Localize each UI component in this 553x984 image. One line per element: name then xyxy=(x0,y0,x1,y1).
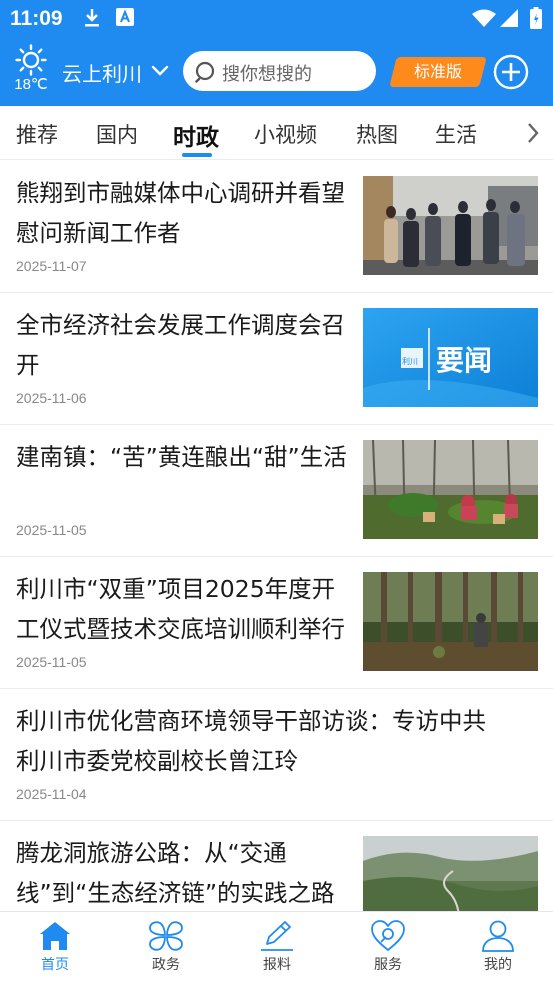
tab-politics[interactable]: 时政 xyxy=(173,118,219,152)
active-tab-indicator xyxy=(182,153,212,157)
news-title: 建南镇：“苦”黄连酿出“甜”生活 xyxy=(16,443,347,471)
news-title: 利川市“双重”项目2025年度开工仪式暨技术交底培训顺利举行 xyxy=(16,575,345,643)
signal-icon xyxy=(500,9,518,27)
news-title: 腾龙洞旅游公路：从“交通线”到“生态经济链”的实践之路 xyxy=(16,839,335,907)
edition-label: 标准版 xyxy=(413,62,462,81)
news-title: 熊翔到市融媒体中心调研并看望慰问新闻工作者 xyxy=(16,179,345,247)
bottom-navigation: 首页 政务 报料 服务 我的 xyxy=(0,911,553,984)
tab-life[interactable]: 生活 xyxy=(435,119,477,149)
status-bar: 11:09 xyxy=(0,0,553,38)
news-item[interactable]: 熊翔到市融媒体中心调研并看望慰问新闻工作者 2025-11-07 xyxy=(0,161,553,293)
news-item[interactable]: 利川市优化营商环境领导干部访谈：专访中共利川市委党校副校长曾江玲 2025-11… xyxy=(0,689,553,821)
news-title: 全市经济社会发展工作调度会召开 xyxy=(16,311,345,379)
meeting-photo-thumbnail xyxy=(363,176,538,275)
pen-icon xyxy=(261,921,293,951)
news-date: 2025-11-05 xyxy=(16,522,87,538)
wifi-icon xyxy=(472,9,496,27)
news-item[interactable]: 利川市“双重”项目2025年度开工仪式暨技术交底培训顺利举行 2025-11-0… xyxy=(0,557,553,689)
battery-icon xyxy=(530,7,542,29)
sun-icon xyxy=(15,44,47,76)
weather-widget[interactable]: 18℃ xyxy=(10,44,52,93)
chevron-down-icon[interactable] xyxy=(151,65,169,77)
city-selector[interactable]: 云上利川 xyxy=(62,58,142,87)
nav-label: 报料 xyxy=(263,957,291,973)
news-item[interactable]: 建南镇：“苦”黄连酿出“甜”生活 2025-11-05 xyxy=(0,425,553,557)
nav-label: 服务 xyxy=(374,957,402,973)
edition-switch-button[interactable]: 标准版 xyxy=(389,57,487,87)
tab-fade xyxy=(496,106,553,159)
nav-label: 我的 xyxy=(484,957,512,973)
user-icon xyxy=(482,920,514,952)
banner-tag: 利川 xyxy=(402,356,418,366)
status-time: 11:09 xyxy=(10,7,63,30)
forest-photo-thumbnail xyxy=(363,572,538,671)
search-placeholder: 搜你想搜的 xyxy=(222,64,312,85)
news-title: 利川市优化营商环境领导干部访谈：专访中共利川市委党校副校长曾江玲 xyxy=(16,707,486,775)
news-item[interactable]: 腾龙洞旅游公路：从“交通线”到“生态经济链”的实践之路 xyxy=(0,821,553,911)
nav-service[interactable]: 服务 xyxy=(333,912,443,984)
tab-domestic[interactable]: 国内 xyxy=(96,119,138,149)
add-icon[interactable] xyxy=(493,54,529,90)
download-icon xyxy=(85,9,99,27)
search-icon xyxy=(195,61,215,83)
news-date: 2025-11-04 xyxy=(16,786,87,802)
tab-short-video[interactable]: 小视频 xyxy=(254,119,317,149)
news-item[interactable]: 全市经济社会发展工作调度会召开 2025-11-06 利川 要闻 xyxy=(0,293,553,425)
nav-home[interactable]: 首页 xyxy=(0,912,110,984)
banner-text: 要闻 xyxy=(436,344,492,377)
nav-report[interactable]: 报料 xyxy=(222,912,332,984)
app-notification-icon xyxy=(116,8,134,26)
home-icon xyxy=(40,922,70,950)
tab-recommend[interactable]: 推荐 xyxy=(16,119,58,149)
yaowen-banner-thumbnail: 利川 要闻 xyxy=(363,308,538,407)
nav-profile[interactable]: 我的 xyxy=(443,912,553,984)
heart-hand-icon xyxy=(371,920,405,951)
news-date: 2025-11-05 xyxy=(16,654,87,670)
category-tabs: 推荐 国内 时政 小视频 热图 生活 xyxy=(0,106,553,160)
chevron-right-icon[interactable] xyxy=(526,122,540,144)
search-input[interactable]: 搜你想搜的 xyxy=(183,51,376,91)
farm-photo-thumbnail xyxy=(363,440,538,539)
app-header: 18℃ 云上利川 搜你想搜的 标准版 xyxy=(0,38,553,106)
clover-icon xyxy=(149,921,183,951)
temperature: 18℃ xyxy=(14,76,48,93)
mountain-road-photo-thumbnail xyxy=(363,836,538,911)
tab-hot-pictures[interactable]: 热图 xyxy=(356,119,398,149)
nav-label: 政务 xyxy=(152,957,180,973)
nav-label: 首页 xyxy=(41,957,69,973)
news-date: 2025-11-07 xyxy=(16,258,87,274)
news-date: 2025-11-06 xyxy=(16,390,87,406)
nav-government[interactable]: 政务 xyxy=(111,912,221,984)
